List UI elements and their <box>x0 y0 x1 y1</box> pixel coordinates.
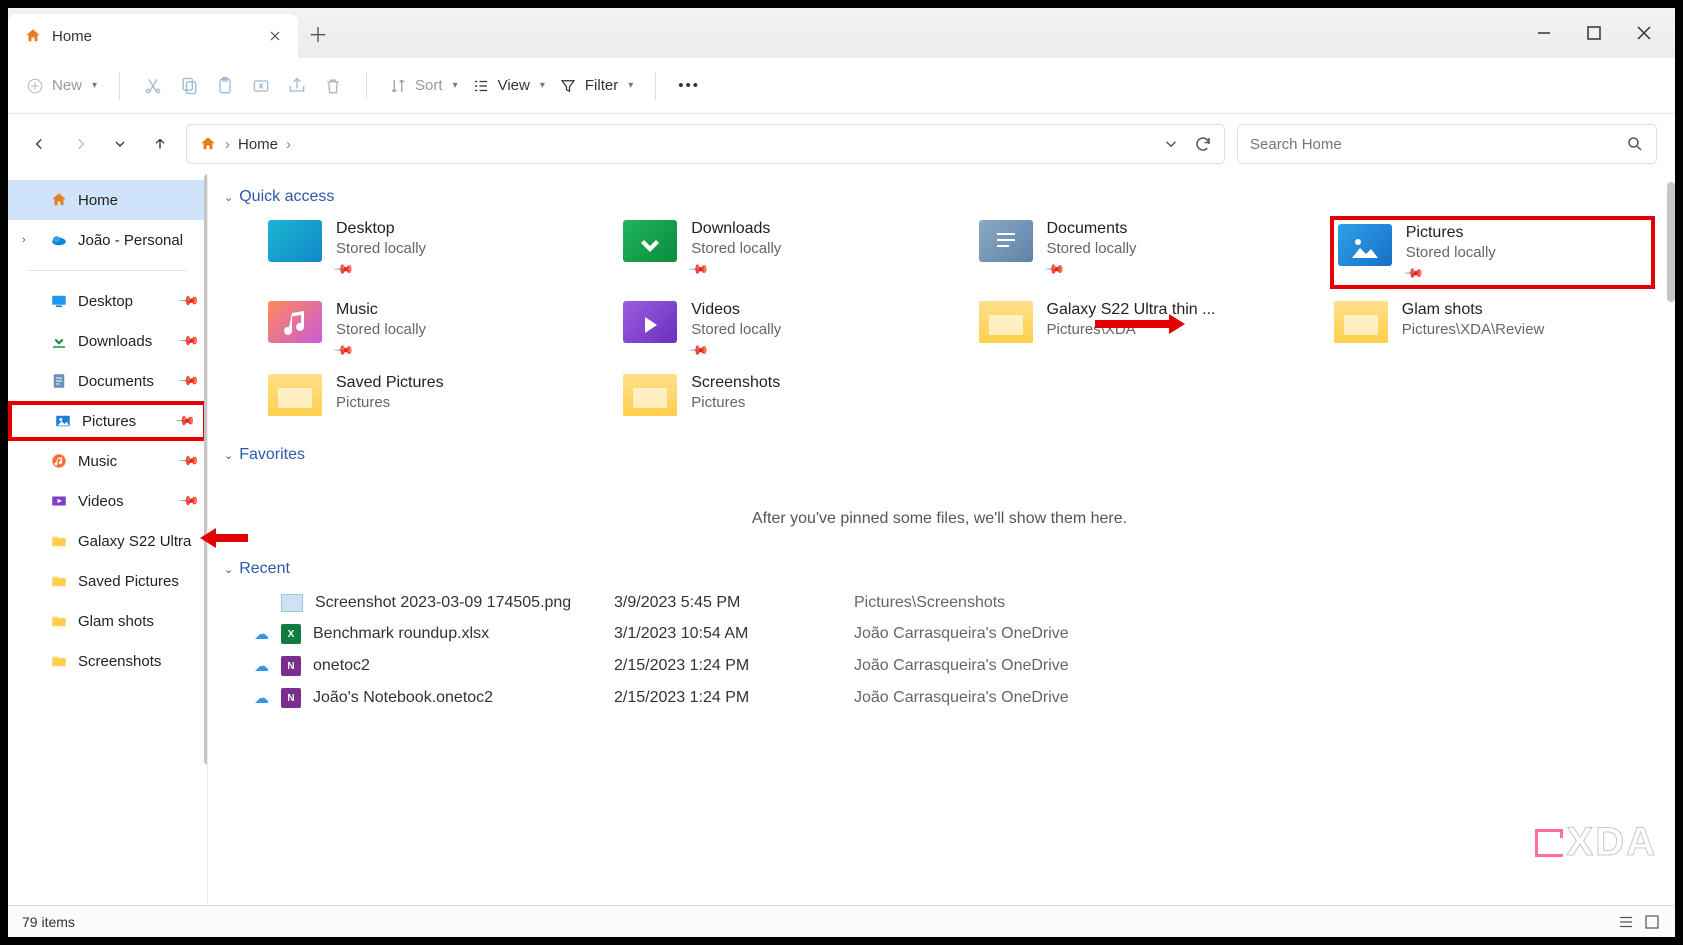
view-icon <box>472 77 490 95</box>
thumbnails-view-icon[interactable] <box>1643 913 1661 931</box>
quick-access-documents[interactable]: Documents Stored locally 📌 <box>975 216 1300 289</box>
pin-icon: 📌 <box>178 490 201 513</box>
new-button[interactable]: New▾ <box>26 77 97 95</box>
sort-icon <box>389 77 407 95</box>
sidebar-item-saved-pictures[interactable]: Saved Pictures <box>8 561 207 601</box>
pin-icon: 📌 <box>332 339 353 360</box>
search-box[interactable] <box>1237 124 1657 164</box>
address-row: › Home › <box>8 114 1675 174</box>
tab-home[interactable]: Home <box>8 14 298 58</box>
main-content: ⌄Quick access Desktop Stored locally 📌 D… <box>208 174 1675 905</box>
recent-item[interactable]: ☁Nonetoc2 2/15/2023 1:24 PM João Carrasq… <box>224 650 1655 682</box>
main-scrollbar[interactable] <box>1667 182 1675 302</box>
close-window-icon[interactable] <box>1637 26 1651 40</box>
pin-icon: 📌 <box>174 410 197 433</box>
quick-access-videos[interactable]: Videos Stored locally 📌 <box>619 297 944 362</box>
toolbar: New▾ Sort▾ View▾ Filter▾ ••• <box>8 58 1675 114</box>
sidebar-item-home[interactable]: Home <box>8 180 207 220</box>
rename-button[interactable] <box>250 75 272 97</box>
search-input[interactable] <box>1250 136 1616 153</box>
plus-circle-icon <box>26 77 44 95</box>
pin-icon: 📌 <box>178 450 201 473</box>
sidebar-item-glam-shots[interactable]: Glam shots <box>8 601 207 641</box>
cloud-icon: ☁ <box>254 689 269 707</box>
sidebar-item-jo-o-personal[interactable]: ›João - Personal <box>8 220 207 260</box>
copy-button[interactable] <box>178 75 200 97</box>
section-favorites[interactable]: ⌄Favorites <box>224 446 1655 464</box>
quick-access-downloads[interactable]: Downloads Stored locally 📌 <box>619 216 944 289</box>
pin-icon: 📌 <box>178 370 201 393</box>
pin-icon: 📌 <box>1402 262 1423 283</box>
sidebar-item-desktop[interactable]: Desktop📌 <box>8 281 207 321</box>
recent-item[interactable]: ☁NJoão's Notebook.onetoc2 2/15/2023 1:24… <box>224 682 1655 714</box>
recent-item[interactable]: Screenshot 2023-03-09 174505.png 3/9/202… <box>224 588 1655 618</box>
view-button[interactable]: View▾ <box>472 77 545 95</box>
forward-button[interactable] <box>66 130 94 158</box>
sidebar-item-screenshots[interactable]: Screenshots <box>8 641 207 681</box>
annotation-arrow-left <box>200 520 248 559</box>
sidebar: Home›João - Personal Desktop📌Downloads📌Do… <box>8 174 208 905</box>
section-recent[interactable]: ⌄Recent <box>224 560 1655 578</box>
tab-title: Home <box>52 28 92 45</box>
address-bar[interactable]: › Home › <box>186 124 1225 164</box>
favorites-empty: After you've pinned some files, we'll sh… <box>224 474 1655 554</box>
more-button[interactable]: ••• <box>678 77 700 94</box>
sort-button[interactable]: Sort▾ <box>389 77 458 95</box>
refresh-icon[interactable] <box>1194 135 1212 153</box>
section-quick-access[interactable]: ⌄Quick access <box>224 188 1655 206</box>
quick-access-music[interactable]: Music Stored locally 📌 <box>264 297 589 362</box>
chevron-down-icon[interactable] <box>1162 135 1180 153</box>
quick-access-saved-pictures[interactable]: Saved Pictures Pictures <box>264 370 589 420</box>
paste-button[interactable] <box>214 75 236 97</box>
details-view-icon[interactable] <box>1617 913 1635 931</box>
maximize-icon[interactable] <box>1587 26 1601 40</box>
home-icon <box>24 27 42 45</box>
back-button[interactable] <box>26 130 54 158</box>
status-bar: 79 items <box>8 905 1675 937</box>
minimize-icon[interactable] <box>1537 26 1551 40</box>
cut-button[interactable] <box>142 75 164 97</box>
filter-button[interactable]: Filter▾ <box>559 77 633 95</box>
home-icon <box>199 135 217 153</box>
pin-icon: 📌 <box>178 330 201 353</box>
cloud-icon: ☁ <box>254 657 269 675</box>
quick-access-pictures[interactable]: Pictures Stored locally 📌 <box>1330 216 1655 289</box>
pin-icon: 📌 <box>688 258 709 279</box>
sidebar-item-videos[interactable]: Videos📌 <box>8 481 207 521</box>
quick-access-desktop[interactable]: Desktop Stored locally 📌 <box>264 216 589 289</box>
titlebar: Home ＋ <box>8 8 1675 58</box>
pin-icon: 📌 <box>688 339 709 360</box>
close-tab-icon[interactable] <box>268 29 282 43</box>
new-tab-button[interactable]: ＋ <box>298 8 338 58</box>
share-button[interactable] <box>286 75 308 97</box>
breadcrumb-home[interactable]: Home <box>238 136 278 153</box>
pin-icon: 📌 <box>178 290 201 313</box>
item-count: 79 items <box>22 914 75 930</box>
pin-icon: 📌 <box>332 258 353 279</box>
recent-dropdown[interactable] <box>106 130 134 158</box>
delete-button[interactable] <box>322 75 344 97</box>
annotation-arrow-right <box>1095 306 1185 345</box>
watermark: XDA <box>1535 820 1657 865</box>
cloud-icon: ☁ <box>254 625 269 643</box>
filter-icon <box>559 77 577 95</box>
search-icon <box>1626 135 1644 153</box>
quick-access-screenshots[interactable]: Screenshots Pictures <box>619 370 944 420</box>
sidebar-item-documents[interactable]: Documents📌 <box>8 361 207 401</box>
sidebar-item-music[interactable]: Music📌 <box>8 441 207 481</box>
sidebar-item-galaxy-s22-ultra[interactable]: Galaxy S22 Ultra <box>8 521 207 561</box>
sidebar-item-downloads[interactable]: Downloads📌 <box>8 321 207 361</box>
recent-item[interactable]: ☁XBenchmark roundup.xlsx 3/1/2023 10:54 … <box>224 618 1655 650</box>
quick-access-glam-shots[interactable]: Glam shots Pictures\XDA\Review <box>1330 297 1655 362</box>
pin-icon: 📌 <box>1043 258 1064 279</box>
sidebar-item-pictures[interactable]: Pictures📌 <box>8 401 207 441</box>
up-button[interactable] <box>146 130 174 158</box>
